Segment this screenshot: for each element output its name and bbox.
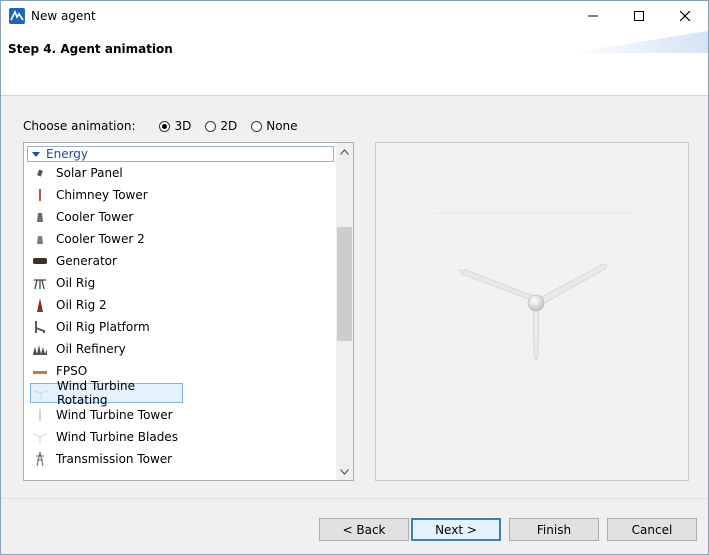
list-item[interactable]: Oil Rig — [30, 273, 330, 293]
list-item[interactable]: Transmission Tower — [30, 449, 330, 469]
window-title: New agent — [31, 9, 96, 23]
animation-choice-row: Choose animation: 3D 2D None — [23, 118, 298, 134]
minimize-button[interactable] — [570, 1, 616, 31]
finish-button[interactable]: Finish — [509, 518, 599, 541]
radio-3d[interactable]: 3D — [159, 119, 191, 133]
list-item[interactable]: Oil Refinery — [30, 339, 330, 359]
oil-rig-platform-icon — [32, 319, 48, 335]
radio-2d-indicator[interactable] — [205, 120, 217, 132]
cancel-button[interactable]: Cancel — [607, 518, 697, 541]
list-item-label: FPSO — [56, 364, 88, 378]
list-item-label: Cooler Tower 2 — [56, 232, 145, 246]
wind-turbine-preview-icon — [434, 212, 634, 361]
list-item-label: Oil Rig 2 — [56, 298, 107, 312]
collapse-triangle-icon[interactable] — [32, 151, 40, 157]
list-item-label: Solar Panel — [56, 166, 123, 180]
list-item[interactable]: Chimney Tower — [30, 185, 330, 205]
radio-3d-label: 3D — [174, 119, 192, 133]
scroll-up-button[interactable] — [336, 143, 353, 160]
button-separator — [1, 498, 708, 499]
fpso-icon — [32, 363, 48, 379]
step-title: Step 4. Agent animation — [8, 42, 173, 56]
list-item[interactable]: Wind Turbine Tower — [30, 405, 330, 425]
list-group-energy[interactable]: Energy — [27, 146, 334, 162]
list-item-label: Chimney Tower — [56, 188, 148, 202]
scroll-thumb[interactable] — [337, 227, 352, 341]
scroll-down-button[interactable] — [336, 463, 353, 480]
list-item[interactable]: Oil Rig 2 — [30, 295, 330, 315]
radio-none[interactable]: None — [251, 119, 298, 133]
generator-icon — [32, 253, 48, 269]
list-item-label: Generator — [56, 254, 117, 268]
list-item[interactable]: Solar Panel — [30, 163, 330, 183]
radio-2d-label: 2D — [220, 119, 238, 133]
list-item-label: Oil Rig Platform — [56, 320, 150, 334]
oil-refinery-icon — [32, 341, 48, 357]
oil-rig-icon — [32, 275, 48, 291]
close-icon — [680, 11, 690, 21]
list-item[interactable]: Oil Rig Platform — [30, 317, 330, 337]
list-item-label: Wind Turbine Blades — [56, 430, 178, 444]
solar-panel-icon — [32, 165, 48, 181]
chimney-tower-icon — [32, 187, 48, 203]
title-bar: New agent — [1, 1, 708, 31]
list-group-label: Energy — [46, 147, 89, 161]
minimize-icon — [588, 15, 598, 17]
wind-turbine-rotating-icon — [33, 385, 49, 401]
list-item-label: Transmission Tower — [56, 452, 173, 466]
list-item-label: Oil Refinery — [56, 342, 126, 356]
list-item[interactable]: Cooler Tower — [30, 207, 330, 227]
maximize-button[interactable] — [616, 1, 662, 31]
radio-none-label: None — [266, 119, 298, 133]
oil-rig-2-icon — [32, 297, 48, 313]
chevron-down-icon — [340, 468, 349, 475]
wind-turbine-tower-icon — [32, 407, 48, 423]
next-button[interactable]: Next > — [411, 518, 501, 541]
wind-turbine-blades-icon — [32, 429, 48, 445]
list-item-label: Wind Turbine Tower — [56, 408, 173, 422]
chevron-up-icon — [340, 148, 349, 155]
animation-list[interactable]: Energy Solar Panel Chimney Tower Cooler … — [23, 142, 354, 481]
list-item-selected[interactable]: Wind Turbine Rotating — [30, 379, 183, 407]
list-item[interactable]: Cooler Tower 2 — [30, 229, 330, 249]
animation-preview — [375, 142, 689, 481]
list-item[interactable]: Generator — [30, 251, 330, 271]
close-button[interactable] — [662, 1, 708, 31]
wizard-header: Step 4. Agent animation — [1, 31, 708, 96]
cooler-tower-icon — [32, 209, 48, 225]
radio-none-indicator[interactable] — [251, 120, 263, 132]
radio-2d[interactable]: 2D — [205, 119, 237, 133]
maximize-icon — [634, 11, 644, 21]
choose-animation-label: Choose animation: — [23, 119, 136, 133]
cooler-tower-2-icon — [32, 231, 48, 247]
list-item[interactable]: Wind Turbine Blades — [30, 427, 330, 447]
list-scrollbar[interactable] — [336, 143, 353, 480]
list-item[interactable]: FPSO — [30, 361, 330, 381]
transmission-tower-icon — [32, 451, 48, 467]
new-agent-dialog: New agent Step 4. Agent animation Choose… — [0, 0, 709, 555]
list-item-label: Cooler Tower — [56, 210, 134, 224]
list-item-label: Wind Turbine Rotating — [57, 379, 135, 407]
anylogic-logo-icon — [9, 8, 25, 24]
header-banner-graphic — [568, 31, 708, 53]
back-button[interactable]: < Back — [319, 518, 409, 541]
list-item-label: Oil Rig — [56, 276, 96, 290]
radio-3d-indicator[interactable] — [159, 120, 171, 132]
